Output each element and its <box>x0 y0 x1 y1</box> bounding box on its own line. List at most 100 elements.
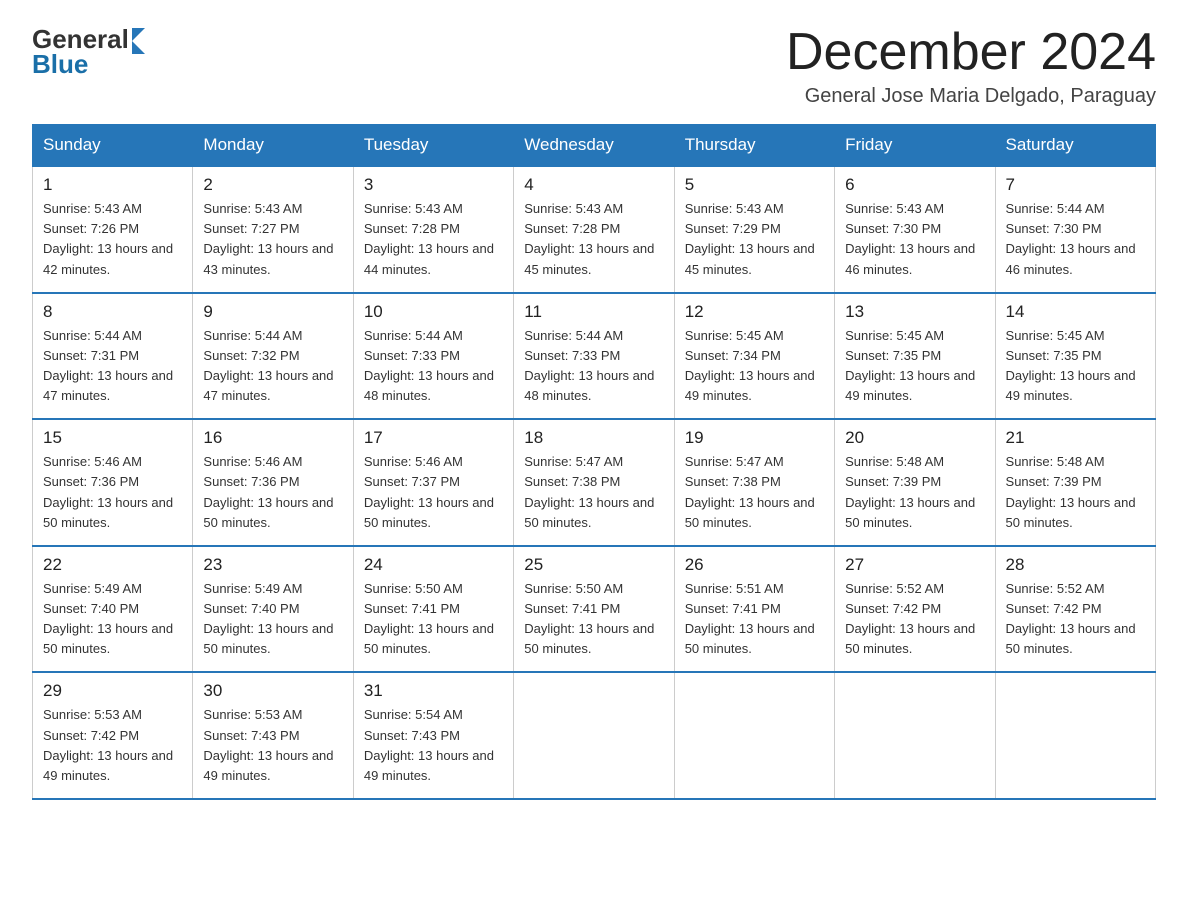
calendar-cell: 15 Sunrise: 5:46 AMSunset: 7:36 PMDayligh… <box>33 419 193 546</box>
day-number: 28 <box>1006 555 1145 575</box>
page-header: General Blue December 2024 General Jose … <box>32 24 1156 108</box>
day-info: Sunrise: 5:44 AMSunset: 7:30 PMDaylight:… <box>1006 201 1136 276</box>
day-number: 3 <box>364 175 503 195</box>
calendar-cell: 16Sunrise: 5:46 AMSunset: 7:36 PMDayligh… <box>193 419 353 546</box>
day-number: 23 <box>203 555 342 575</box>
logo-text-blue: Blue <box>32 49 88 80</box>
day-number: 19 <box>685 428 824 448</box>
column-header-tuesday: Tuesday <box>353 125 513 167</box>
calendar-cell: 30 Sunrise: 5:53 AMSunset: 7:43 PMDayligh… <box>193 672 353 799</box>
main-title: December 2024 <box>786 24 1156 81</box>
title-block: December 2024 General Jose Maria Delgado… <box>786 24 1156 108</box>
calendar-week-2: 8Sunrise: 5:44 AMSunset: 7:31 PMDaylight… <box>33 293 1156 420</box>
day-info: Sunrise: 5:47 AMSunset: 7:38 PMDaylight:… <box>524 454 654 529</box>
day-info: Sunrise: 5:48 AMSunset: 7:39 PMDaylight:… <box>1006 454 1136 529</box>
calendar-cell: 22Sunrise: 5:49 AMSunset: 7:40 PMDayligh… <box>33 546 193 673</box>
day-info: Sunrise: 5:44 AMSunset: 7:33 PMDaylight:… <box>524 328 654 403</box>
day-info: Sunrise: 5:44 AMSunset: 7:32 PMDaylight:… <box>203 328 333 403</box>
calendar-cell: 9 Sunrise: 5:44 AMSunset: 7:32 PMDaylight… <box>193 293 353 420</box>
day-info: Sunrise: 5:43 AMSunset: 7:26 PMDaylight:… <box>43 201 173 276</box>
day-number: 15 <box>43 428 182 448</box>
day-number: 25 <box>524 555 663 575</box>
calendar-cell: 5 Sunrise: 5:43 AMSunset: 7:29 PMDaylight… <box>674 166 834 293</box>
day-info: Sunrise: 5:46 AMSunset: 7:36 PMDaylight:… <box>43 454 173 529</box>
day-number: 10 <box>364 302 503 322</box>
calendar-cell: 10Sunrise: 5:44 AMSunset: 7:33 PMDayligh… <box>353 293 513 420</box>
day-info: Sunrise: 5:46 AMSunset: 7:37 PMDaylight:… <box>364 454 494 529</box>
day-info: Sunrise: 5:47 AMSunset: 7:38 PMDaylight:… <box>685 454 815 529</box>
day-number: 14 <box>1006 302 1145 322</box>
day-number: 17 <box>364 428 503 448</box>
calendar-cell: 20Sunrise: 5:48 AMSunset: 7:39 PMDayligh… <box>835 419 995 546</box>
calendar-table: SundayMondayTuesdayWednesdayThursdayFrid… <box>32 124 1156 800</box>
calendar-cell <box>514 672 674 799</box>
day-info: Sunrise: 5:49 AMSunset: 7:40 PMDaylight:… <box>203 581 333 656</box>
logo: General Blue <box>32 24 145 80</box>
calendar-cell: 13 Sunrise: 5:45 AMSunset: 7:35 PMDayligh… <box>835 293 995 420</box>
calendar-cell: 31Sunrise: 5:54 AMSunset: 7:43 PMDayligh… <box>353 672 513 799</box>
day-number: 21 <box>1006 428 1145 448</box>
calendar-cell: 6Sunrise: 5:43 AMSunset: 7:30 PMDaylight… <box>835 166 995 293</box>
day-info: Sunrise: 5:54 AMSunset: 7:43 PMDaylight:… <box>364 707 494 782</box>
calendar-cell: 24 Sunrise: 5:50 AMSunset: 7:41 PMDayligh… <box>353 546 513 673</box>
day-info: Sunrise: 5:43 AMSunset: 7:28 PMDaylight:… <box>364 201 494 276</box>
day-info: Sunrise: 5:46 AMSunset: 7:36 PMDaylight:… <box>203 454 333 529</box>
column-header-saturday: Saturday <box>995 125 1155 167</box>
calendar-cell: 8Sunrise: 5:44 AMSunset: 7:31 PMDaylight… <box>33 293 193 420</box>
day-number: 12 <box>685 302 824 322</box>
calendar-cell: 14 Sunrise: 5:45 AMSunset: 7:35 PMDayligh… <box>995 293 1155 420</box>
calendar-cell: 3 Sunrise: 5:43 AMSunset: 7:28 PMDaylight… <box>353 166 513 293</box>
day-info: Sunrise: 5:50 AMSunset: 7:41 PMDaylight:… <box>524 581 654 656</box>
calendar-cell: 27Sunrise: 5:52 AMSunset: 7:42 PMDayligh… <box>835 546 995 673</box>
column-header-friday: Friday <box>835 125 995 167</box>
day-number: 18 <box>524 428 663 448</box>
day-info: Sunrise: 5:53 AMSunset: 7:43 PMDaylight:… <box>203 707 333 782</box>
day-number: 5 <box>685 175 824 195</box>
day-number: 26 <box>685 555 824 575</box>
day-info: Sunrise: 5:45 AMSunset: 7:34 PMDaylight:… <box>685 328 815 403</box>
day-info: Sunrise: 5:44 AMSunset: 7:31 PMDaylight:… <box>43 328 173 403</box>
column-header-sunday: Sunday <box>33 125 193 167</box>
day-number: 22 <box>43 555 182 575</box>
day-info: Sunrise: 5:52 AMSunset: 7:42 PMDaylight:… <box>1006 581 1136 656</box>
day-info: Sunrise: 5:51 AMSunset: 7:41 PMDaylight:… <box>685 581 815 656</box>
day-number: 24 <box>364 555 503 575</box>
column-header-thursday: Thursday <box>674 125 834 167</box>
day-info: Sunrise: 5:43 AMSunset: 7:29 PMDaylight:… <box>685 201 815 276</box>
calendar-header-row: SundayMondayTuesdayWednesdayThursdayFrid… <box>33 125 1156 167</box>
calendar-cell <box>674 672 834 799</box>
calendar-cell: 23 Sunrise: 5:49 AMSunset: 7:40 PMDayligh… <box>193 546 353 673</box>
day-info: Sunrise: 5:43 AMSunset: 7:27 PMDaylight:… <box>203 201 333 276</box>
calendar-cell: 7 Sunrise: 5:44 AMSunset: 7:30 PMDaylight… <box>995 166 1155 293</box>
day-number: 9 <box>203 302 342 322</box>
day-number: 30 <box>203 681 342 701</box>
day-info: Sunrise: 5:50 AMSunset: 7:41 PMDaylight:… <box>364 581 494 656</box>
day-number: 1 <box>43 175 182 195</box>
calendar-cell: 21 Sunrise: 5:48 AMSunset: 7:39 PMDayligh… <box>995 419 1155 546</box>
calendar-cell: 17 Sunrise: 5:46 AMSunset: 7:37 PMDayligh… <box>353 419 513 546</box>
day-number: 11 <box>524 302 663 322</box>
calendar-week-5: 29Sunrise: 5:53 AMSunset: 7:42 PMDayligh… <box>33 672 1156 799</box>
calendar-cell: 25 Sunrise: 5:50 AMSunset: 7:41 PMDayligh… <box>514 546 674 673</box>
day-info: Sunrise: 5:45 AMSunset: 7:35 PMDaylight:… <box>1006 328 1136 403</box>
calendar-week-3: 15 Sunrise: 5:46 AMSunset: 7:36 PMDayligh… <box>33 419 1156 546</box>
calendar-cell: 29Sunrise: 5:53 AMSunset: 7:42 PMDayligh… <box>33 672 193 799</box>
day-info: Sunrise: 5:43 AMSunset: 7:30 PMDaylight:… <box>845 201 975 276</box>
calendar-cell: 11 Sunrise: 5:44 AMSunset: 7:33 PMDayligh… <box>514 293 674 420</box>
day-info: Sunrise: 5:45 AMSunset: 7:35 PMDaylight:… <box>845 328 975 403</box>
calendar-week-1: 1 Sunrise: 5:43 AMSunset: 7:26 PMDaylight… <box>33 166 1156 293</box>
column-header-monday: Monday <box>193 125 353 167</box>
calendar-cell: 28 Sunrise: 5:52 AMSunset: 7:42 PMDayligh… <box>995 546 1155 673</box>
calendar-week-4: 22 Sunrise: 5:49 AMSunset: 7:40 PMDayligh… <box>33 546 1156 673</box>
day-number: 20 <box>845 428 984 448</box>
day-number: 13 <box>845 302 984 322</box>
calendar-cell <box>995 672 1155 799</box>
column-header-wednesday: Wednesday <box>514 125 674 167</box>
day-number: 7 <box>1006 175 1145 195</box>
calendar-cell: 12 Sunrise: 5:45 AMSunset: 7:34 PMDayligh… <box>674 293 834 420</box>
logo-arrow-icon <box>132 28 145 41</box>
day-info: Sunrise: 5:43 AMSunset: 7:28 PMDaylight:… <box>524 201 654 276</box>
calendar-cell: 1 Sunrise: 5:43 AMSunset: 7:26 PMDaylight… <box>33 166 193 293</box>
day-number: 27 <box>845 555 984 575</box>
subtitle: General Jose Maria Delgado, Paraguay <box>786 85 1156 108</box>
